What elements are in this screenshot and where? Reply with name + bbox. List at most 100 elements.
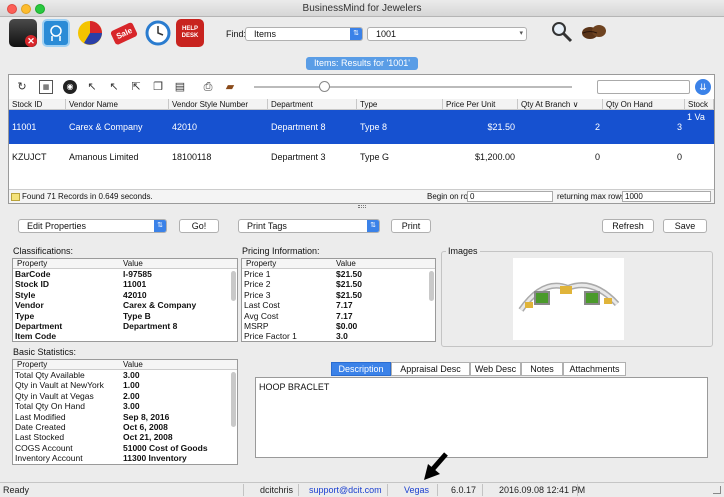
search-icon[interactable] — [551, 21, 573, 43]
property-row[interactable]: Style 42010 — [13, 290, 237, 300]
chart-icon[interactable] — [76, 19, 104, 47]
property-name: COGS Account — [15, 442, 73, 453]
property-row[interactable]: Price 3 $21.50 — [242, 290, 435, 300]
clipboard-icon[interactable]: ▤ — [173, 80, 187, 94]
zoom-window-button[interactable] — [35, 4, 45, 14]
cell-price: $1,200.00 — [474, 152, 515, 162]
property-value: $21.50 — [336, 289, 362, 300]
edit-properties-select[interactable]: Edit Properties ⇅ — [18, 219, 167, 233]
tab-attachments[interactable]: Attachments — [563, 362, 626, 376]
table-row[interactable]: 11001 Carex & Company 42010 Department 8… — [9, 110, 714, 144]
cell-dept: Department 8 — [271, 122, 326, 132]
col-qty-branch[interactable]: Qty At Branch ∨ — [518, 99, 603, 110]
globe-icon[interactable]: ◉ — [63, 80, 77, 94]
cell-stock: 1 Va — [687, 112, 705, 122]
filter-input[interactable] — [597, 80, 690, 94]
property-value: I-97585 — [123, 269, 152, 279]
property-row[interactable]: Avg Cost 7.17 — [242, 311, 435, 321]
property-row[interactable]: Department Department 8 — [13, 321, 237, 331]
property-name: Inventory Account — [15, 453, 83, 464]
property-row[interactable]: Last Modified Sep 8, 2016 — [13, 412, 237, 422]
property-row[interactable]: Total Qty On Hand 3.00 — [13, 401, 237, 411]
col-vendor-style[interactable]: Vendor Style Number — [169, 99, 268, 110]
save-button[interactable]: Save — [663, 219, 707, 233]
property-row[interactable]: COGS Account 51000 Cost of Goods — [13, 443, 237, 453]
property-row[interactable]: Vendor Carex & Company — [13, 300, 237, 310]
col-stock[interactable]: Stock — [685, 99, 714, 110]
property-row[interactable]: BarCode I-97585 — [13, 269, 237, 279]
col-stock-id[interactable]: Stock ID — [9, 99, 66, 110]
property-name: MSRP — [244, 320, 269, 331]
cell-stock-id: 11001 — [12, 122, 37, 132]
tab-web-desc[interactable]: Web Desc — [470, 362, 521, 376]
cell-qty-hand: 0 — [676, 152, 682, 162]
tab-description[interactable]: Description — [331, 362, 391, 376]
print-tags-select[interactable]: Print Tags ⇅ — [238, 219, 380, 233]
book-icon[interactable]: ▰ — [223, 80, 237, 94]
coffee-beans-icon[interactable] — [580, 21, 608, 43]
property-value: Oct 6, 2008 — [123, 421, 168, 432]
scrollbar[interactable] — [231, 372, 236, 427]
col-vendor-name[interactable]: Vendor Name — [66, 99, 169, 110]
cell-style: 42010 — [172, 122, 198, 132]
property-row[interactable]: Inventory Account 11300 Inventory — [13, 453, 237, 463]
copy-icon[interactable]: ❐ — [151, 80, 165, 94]
head-icon[interactable] — [42, 19, 70, 47]
find-type-select[interactable]: Items ⇅ — [245, 27, 363, 41]
refresh-button[interactable]: Refresh — [602, 219, 654, 233]
close-window-button[interactable] — [7, 4, 17, 14]
double-chevron-down-icon[interactable]: ⇊ — [695, 79, 711, 95]
property-row[interactable]: Price 2 $21.50 — [242, 279, 435, 289]
zoom-slider-thumb[interactable] — [319, 81, 330, 92]
splitter-handle[interactable] — [358, 205, 366, 208]
property-row[interactable]: Price 1 $21.50 — [242, 269, 435, 279]
property-row[interactable]: Stock ID 11001 — [13, 279, 237, 289]
col-type[interactable]: Type — [357, 99, 443, 110]
go-button[interactable]: Go! — [179, 219, 219, 233]
find-value-combo[interactable]: 1001 ▾ — [367, 27, 527, 41]
pointer-add-icon[interactable]: ↖ — [85, 80, 99, 94]
pointer-icon[interactable]: ↖ — [107, 80, 121, 94]
minimize-window-button[interactable] — [21, 4, 31, 14]
product-image[interactable] — [513, 258, 624, 340]
property-row[interactable]: MSRP $0.00 — [242, 321, 435, 331]
sale-icon[interactable]: Sale — [109, 19, 139, 47]
divider — [298, 484, 299, 496]
table-row[interactable]: KZUJCT Amanous Limited 18100118 Departme… — [9, 144, 714, 178]
tab-notes[interactable]: Notes — [521, 362, 563, 376]
property-row[interactable]: Qty in Vault at NewYork 1.00 — [13, 380, 237, 390]
col-price[interactable]: Price Per Unit — [443, 99, 518, 110]
status-location[interactable]: Vegas — [404, 483, 429, 497]
refresh-icon[interactable]: ↻ — [15, 80, 29, 94]
scrollbar[interactable] — [429, 271, 434, 301]
begin-row-input[interactable]: 0 — [467, 191, 553, 202]
property-row[interactable]: Qty in Vault at Vegas 2.00 — [13, 391, 237, 401]
property-row[interactable]: Last Stocked Oct 21, 2008 — [13, 432, 237, 442]
divider — [387, 484, 388, 496]
property-row[interactable]: Total Qty Available 3.00 — [13, 370, 237, 380]
property-value: 11300 Inventory — [123, 453, 187, 464]
col-department[interactable]: Department — [268, 99, 357, 110]
zoom-slider-track[interactable] — [254, 86, 572, 88]
description-textarea[interactable]: HOOP BRACLET — [255, 377, 708, 458]
exit-icon[interactable]: ✕ — [9, 19, 37, 47]
scrollbar[interactable] — [231, 271, 236, 301]
grid-icon[interactable]: ▦ — [39, 80, 53, 94]
property-row[interactable]: Type Type B — [13, 311, 237, 321]
property-row[interactable]: Date Created Oct 6, 2008 — [13, 422, 237, 432]
col-qty-hand[interactable]: Qty On Hand — [603, 99, 685, 110]
max-rows-input[interactable]: 1000 — [622, 191, 711, 202]
header-property: Property — [246, 259, 277, 268]
print-button[interactable]: Print — [391, 219, 431, 233]
pointer-multi-icon[interactable]: ⇱ — [129, 80, 143, 94]
property-row[interactable]: Item Code — [13, 331, 237, 341]
property-row[interactable]: Last Cost 7.17 — [242, 300, 435, 310]
help-desk-icon[interactable]: HELP DESK — [176, 19, 204, 47]
resize-grip-icon[interactable] — [713, 486, 721, 494]
status-email-link[interactable]: support@dcit.com — [309, 483, 382, 497]
clock-icon[interactable] — [144, 19, 172, 47]
tab-appraisal-desc[interactable]: Appraisal Desc — [391, 362, 470, 376]
divider — [437, 484, 438, 496]
property-row[interactable]: Price Factor 1 3.0 — [242, 331, 435, 341]
printer-icon[interactable]: ⎙ — [201, 80, 215, 94]
